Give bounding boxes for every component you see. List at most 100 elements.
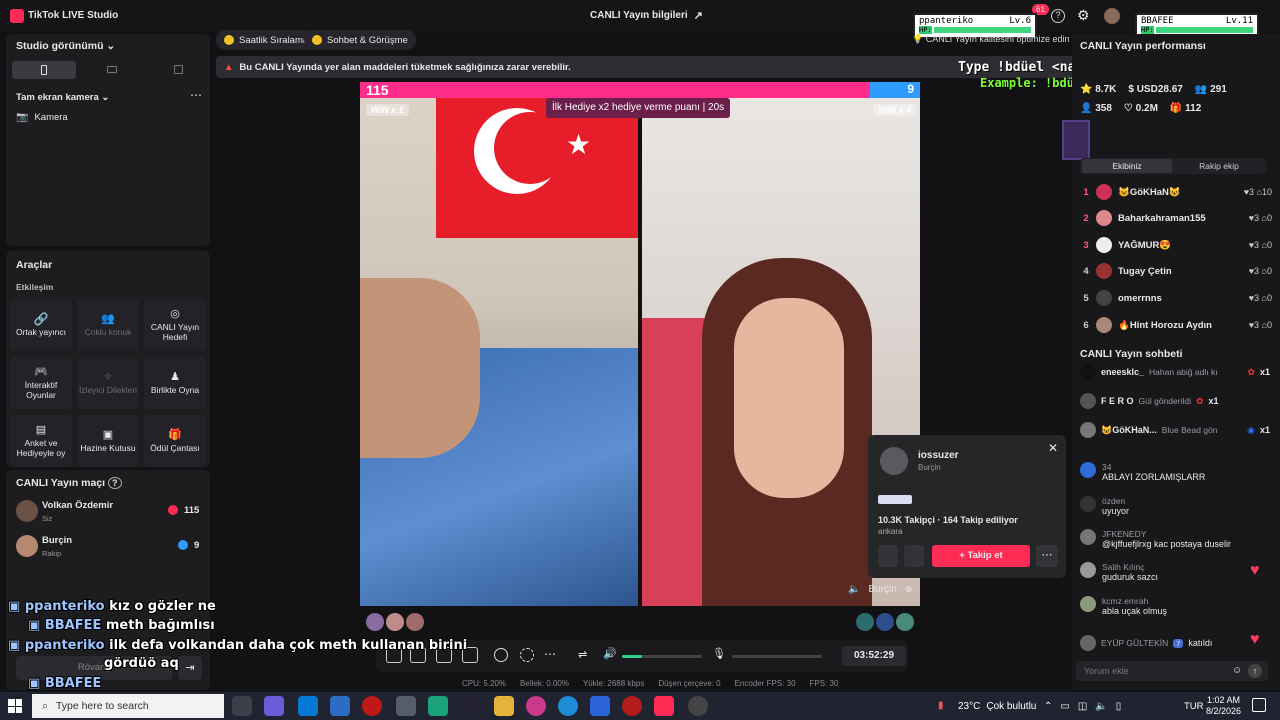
- tab-opponent-team[interactable]: Rakip ekip: [1174, 159, 1264, 173]
- screenshot-icon[interactable]: [520, 648, 534, 662]
- send-icon[interactable]: ↑: [1248, 664, 1262, 678]
- tool-co-host[interactable]: 🔗 Ortak yayıncı: [10, 299, 72, 351]
- more-icon[interactable]: ⋯: [544, 647, 556, 661]
- tab-your-team[interactable]: Ekibiniz: [1082, 159, 1172, 173]
- poll-icon: ▤: [35, 423, 47, 436]
- ranking-row[interactable]: 3 YAĞMUR😍 ♥3 ⌂0: [1076, 233, 1272, 257]
- right-win-streak: WIN x 4: [873, 104, 916, 116]
- app-icon[interactable]: [396, 696, 416, 716]
- more-options-icon[interactable]: ⋯: [190, 88, 202, 102]
- chat-message: özden uyuyor: [1080, 496, 1270, 516]
- user-avatar: [1080, 496, 1096, 512]
- system-tray[interactable]: ⌃ ▭ ◫ 🔈 ▯: [1044, 701, 1121, 712]
- rose-icon: ✿: [1195, 395, 1204, 406]
- tool-multi-guest[interactable]: 👥 Çoklu konuk: [77, 299, 139, 351]
- studio-view-title[interactable]: Studio görünümü ⌄: [16, 40, 115, 52]
- edge-icon[interactable]: [558, 696, 578, 716]
- tool-play-together[interactable]: ♟ Birlikte Oyna: [144, 357, 206, 409]
- app-icon[interactable]: [526, 696, 546, 716]
- layout-split-button[interactable]: [146, 61, 210, 79]
- adjust-icon[interactable]: ⇌: [578, 648, 587, 661]
- clock[interactable]: 1:02 AM 8/2/2026: [1206, 695, 1241, 717]
- close-popup-icon[interactable]: ✕: [1048, 441, 1058, 455]
- tool-treasure-box[interactable]: ▣ Hazine Kutusu: [77, 415, 139, 467]
- supporter-avatar: [876, 613, 894, 631]
- tool-reward-bag[interactable]: 🎁 Ödül Çantası: [144, 415, 206, 467]
- emoji-icon[interactable]: ☺: [1232, 665, 1242, 676]
- tool-live-goal[interactable]: ◎ CANLI Yayın Hedefi: [144, 299, 206, 351]
- user-avatar: [1080, 393, 1096, 409]
- camera-section-title[interactable]: Tam ekran kamera ⌄: [16, 92, 109, 103]
- copilot-icon[interactable]: [264, 696, 284, 716]
- tool-interactive-games[interactable]: 🎮 İnteraktif Oyunlar: [10, 357, 72, 409]
- app-icon[interactable]: [590, 696, 610, 716]
- weather-widget[interactable]: 23°C Çok bulutlu: [958, 701, 1036, 712]
- user-avatar: [1096, 210, 1112, 226]
- host-role: Siz: [42, 514, 53, 523]
- volume-icon[interactable]: 🔊: [603, 647, 617, 660]
- stream-title: CANLI Yayın bilgileri: [590, 10, 688, 21]
- app-icon[interactable]: [460, 696, 480, 716]
- hourly-ranking-pill[interactable]: Saatlik Sıralama: [216, 30, 317, 50]
- mail-icon[interactable]: [330, 696, 350, 716]
- ranking-row[interactable]: 2 Baharkahraman155 ♥3 ⌂0: [1076, 206, 1272, 230]
- app-icon[interactable]: [428, 696, 448, 716]
- opponent-audio[interactable]: 🔈 Burçin ⊕: [848, 584, 912, 595]
- supporter-avatar: [386, 613, 404, 631]
- layout-portrait-button[interactable]: [12, 61, 76, 79]
- right-panel: [1072, 34, 1280, 690]
- follow-button[interactable]: + Takip et: [932, 545, 1030, 567]
- folder-icon[interactable]: [494, 696, 514, 716]
- upload-stat: Yükle: 2688 kbps: [582, 679, 645, 688]
- windows-start-icon[interactable]: [8, 699, 22, 713]
- language-indicator[interactable]: TUR: [1184, 701, 1204, 712]
- tool-viewer-wishes[interactable]: ✧ İzleyici Dilekleri: [77, 357, 139, 409]
- ranking-row[interactable]: 1 😺GöKHaN😺 ♥3 ⌂10: [1076, 180, 1272, 204]
- profile-avatar[interactable]: [1104, 8, 1120, 24]
- host-avatar: [16, 500, 38, 522]
- left-win-streak: WIN x 1: [366, 104, 409, 116]
- app-icon[interactable]: [362, 696, 382, 716]
- chat-message: kcmz.emrah abla uçak olmuş: [1080, 596, 1270, 616]
- taskbar-search[interactable]: ⌕ Type here to search: [32, 694, 224, 718]
- weather-icon[interactable]: ▮: [938, 700, 944, 711]
- tiktok-icon[interactable]: [654, 696, 674, 716]
- volume-slider[interactable]: [622, 655, 702, 658]
- add-icon: ⊕: [904, 584, 913, 594]
- task-view-icon[interactable]: [232, 696, 252, 716]
- mic-slider[interactable]: [732, 655, 822, 658]
- battery-icon: ▯: [1115, 701, 1122, 712]
- dropped-frames-stat: Düşen çerçeve: 0: [658, 679, 721, 688]
- chat-meet-pill[interactable]: Sohbet & Görüşme: [304, 30, 416, 50]
- app-icon[interactable]: [622, 696, 642, 716]
- layout-landscape-button[interactable]: [80, 61, 144, 79]
- ranking-row[interactable]: 4 Tugay Çetin ♥3 ⌂0: [1076, 259, 1272, 283]
- link-icon: 🔗: [33, 311, 49, 326]
- quality-tip[interactable]: 💡 CANLI Yayın kalitesini optimize edin: [912, 34, 1069, 45]
- overlay-chat-line: ▣ BBAFEE: [28, 676, 102, 691]
- record-icon[interactable]: [494, 648, 508, 662]
- help-icon[interactable]: ?: [1051, 9, 1065, 23]
- camera-source-item[interactable]: 📷 Kamera: [16, 112, 68, 123]
- pink-team-icon: [168, 505, 178, 515]
- blue-bead-icon: ◉: [1247, 424, 1255, 435]
- notification-center-icon[interactable]: [1252, 698, 1266, 712]
- encoder-fps-stat: Encoder FPS: 30: [734, 679, 796, 688]
- obs-icon[interactable]: [688, 696, 708, 716]
- store-icon[interactable]: [298, 696, 318, 716]
- popup-secondary-button[interactable]: [904, 545, 924, 567]
- exit-icon[interactable]: ⇥: [178, 656, 202, 680]
- performance-stats: CPU: 5.20% Bellek: 0.00% Yükle: 2688 kbps D…: [462, 679, 838, 688]
- popup-secondary-button[interactable]: [878, 545, 898, 567]
- settings-gear-icon[interactable]: ⚙: [1077, 7, 1090, 24]
- level-badge: 7: [1173, 638, 1184, 648]
- turkish-flag: ★: [436, 98, 638, 238]
- popup-more-button[interactable]: ⋯: [1036, 545, 1058, 567]
- microphone-icon[interactable]: 🎙: [712, 647, 726, 660]
- ranking-row[interactable]: 5 omerrnns ♥3 ⌂0: [1076, 286, 1272, 310]
- stream-info-button[interactable]: CANLI Yayın bilgileri ↗: [590, 9, 703, 22]
- heart-icon: ♥: [1250, 562, 1260, 579]
- ranking-row[interactable]: 6🔥Hint Horozu Aydın🔥♥3 ⌂0: [1076, 313, 1272, 337]
- tool-poll[interactable]: ▤ Anket ve Hediyeyle oy: [10, 415, 72, 467]
- supporter-avatar: [366, 613, 384, 631]
